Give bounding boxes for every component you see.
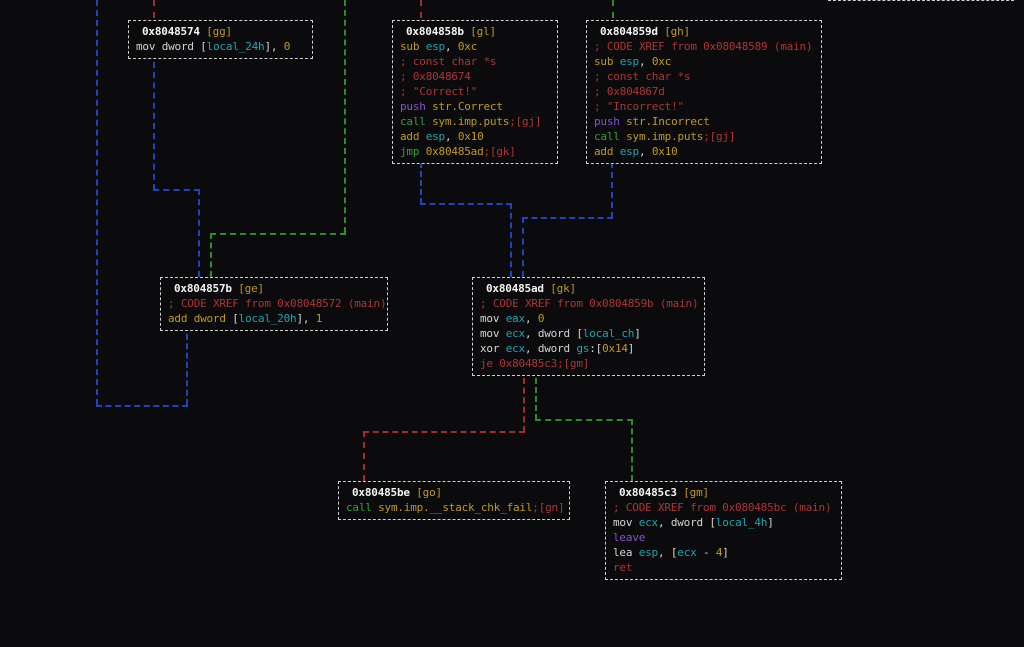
asm-line: mov ecx, dword [local_4h]: [613, 516, 774, 529]
asm-line: mov dword [local_24h], 0: [136, 40, 291, 53]
edge-top-to-gh: [612, 0, 614, 18]
asm-line: ; CODE XREF from 0x080485bc (main): [613, 501, 832, 514]
edge-gk-to-gm: [535, 378, 537, 420]
edge-gk-to-gm: [535, 419, 633, 421]
asm-line: mov eax, 0: [480, 312, 545, 325]
block-title: 0x80485be [go]: [339, 485, 569, 500]
asm-line: call sym.imp.puts;[gj]: [594, 130, 736, 143]
edge-gk-to-go: [523, 378, 525, 432]
block-title: 0x804859d [gh]: [587, 24, 821, 39]
asm-line: sub esp, 0xc: [400, 40, 478, 53]
asm-line: ; const char *s: [594, 70, 691, 83]
asm-line: ; "Correct!": [400, 85, 478, 98]
basic-block-gh[interactable]: 0x804859d [gh]; CODE XREF from 0x0804858…: [586, 20, 822, 164]
edge-ge-to-top: [96, 0, 98, 405]
edge-ge-to-top: [186, 334, 188, 405]
asm-line: xor ecx, dword gs:[0x14]: [480, 342, 635, 355]
block-tag: [gm]: [676, 486, 709, 499]
basic-block-go[interactable]: 0x80485be [go] call sym.imp.__stack_chk_f…: [338, 481, 570, 520]
asm-line: ; const char *s: [400, 55, 497, 68]
asm-line: ; CODE XREF from 0x08048589 (main): [594, 40, 813, 53]
block-title: 0x80485ad [gk]: [473, 281, 704, 296]
edge-ge-to-top: [96, 405, 188, 407]
block-tag: [gh]: [657, 25, 690, 38]
asm-line: ; CODE XREF from 0x0804859b (main): [480, 297, 699, 310]
block-tag: [gl]: [463, 25, 496, 38]
edge-gl-to-gk: [420, 162, 422, 204]
graph-view[interactable]: 0x8048574 [gg] mov dword [local_24h], 0 0x…: [0, 0, 1024, 647]
edge-top-to-gg: [153, 0, 155, 18]
asm-line: push str.Incorrect: [594, 115, 710, 128]
asm-line: ; 0x804867d: [594, 85, 665, 98]
edge-gk-to-gm: [631, 419, 633, 481]
asm-line: lea esp, [ecx - 4]: [613, 546, 729, 559]
block-tag: [ge]: [231, 282, 264, 295]
asm-line: ; CODE XREF from 0x08048572 (main): [168, 297, 387, 310]
block-tag: [gg]: [199, 25, 232, 38]
edge-gl-to-gk: [510, 203, 512, 277]
asm-line: push str.Correct: [400, 100, 503, 113]
basic-block-gm[interactable]: 0x80485c3 [gm]; CODE XREF from 0x080485b…: [605, 481, 842, 580]
edge-gk-to-go: [363, 431, 365, 481]
basic-block-gg[interactable]: 0x8048574 [gg] mov dword [local_24h], 0: [128, 20, 313, 59]
basic-block-ge[interactable]: 0x804857b [ge]; CODE XREF from 0x0804857…: [160, 277, 388, 331]
block-address: 0x804859d: [600, 25, 658, 38]
edge-gh-to-gk: [522, 217, 524, 277]
edge-gh-to-gk: [522, 217, 613, 219]
edge-gh-to-gk: [611, 162, 613, 218]
block-title: 0x8048574 [gg]: [129, 24, 312, 39]
asm-line: call sym.imp.__stack_chk_fail;[gn]: [346, 501, 565, 514]
block-address: 0x80485ad: [486, 282, 544, 295]
block-address: 0x80485be: [352, 486, 410, 499]
block-tag: [go]: [409, 486, 442, 499]
block-address: 0x80485c3: [619, 486, 677, 499]
asm-line: je 0x80485c3;[gm]: [480, 357, 590, 370]
asm-line: add dword [local_20h], 1: [168, 312, 323, 325]
edge-gl-to-gk: [420, 203, 512, 205]
block-title: 0x804858b [gl]: [393, 24, 557, 39]
edge-top-to-ge: [344, 0, 346, 233]
asm-line: jmp 0x80485ad;[gk]: [400, 145, 516, 158]
offscreen-block-border: [828, 0, 1014, 1]
asm-line: add esp, 0x10: [400, 130, 484, 143]
edge-gg-to-ge: [153, 62, 155, 190]
asm-line: leave: [613, 531, 646, 544]
block-title: 0x80485c3 [gm]: [606, 485, 841, 500]
block-address: 0x804858b: [406, 25, 464, 38]
block-address: 0x8048574: [142, 25, 200, 38]
asm-line: mov ecx, dword [local_ch]: [480, 327, 641, 340]
asm-line: ; 0x8048674: [400, 70, 471, 83]
basic-block-gl[interactable]: 0x804858b [gl] sub esp, 0xc; const char *…: [392, 20, 558, 164]
edge-top-to-gl: [420, 0, 422, 18]
edge-top-to-ge: [210, 233, 346, 235]
block-title: 0x804857b [ge]: [161, 281, 387, 296]
asm-line: sub esp, 0xc: [594, 55, 672, 68]
block-address: 0x804857b: [174, 282, 232, 295]
asm-line: add esp, 0x10: [594, 145, 678, 158]
basic-block-gk[interactable]: 0x80485ad [gk]; CODE XREF from 0x0804859…: [472, 277, 705, 376]
edge-gk-to-go: [363, 431, 525, 433]
asm-line: ; "Incorrect!": [594, 100, 684, 113]
block-tag: [gk]: [543, 282, 576, 295]
asm-line: ret: [613, 561, 633, 574]
edge-gg-to-ge: [198, 189, 200, 277]
edge-gg-to-ge: [153, 189, 200, 191]
edge-top-to-ge: [210, 233, 212, 277]
asm-line: call sym.imp.puts;[gj]: [400, 115, 542, 128]
